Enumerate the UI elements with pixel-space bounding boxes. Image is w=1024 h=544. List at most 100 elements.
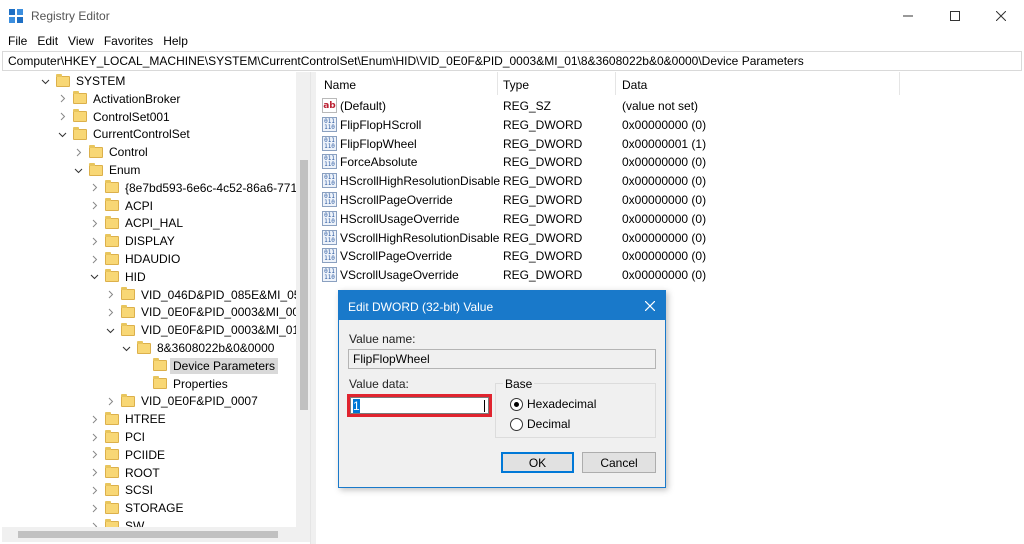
column-header-type[interactable]: Type bbox=[503, 78, 529, 92]
folder-icon bbox=[105, 500, 119, 514]
tree-item[interactable]: VID_0E0F&PID_0003&MI_00 bbox=[105, 303, 299, 321]
chevron-right-icon[interactable] bbox=[73, 147, 83, 157]
list-item[interactable]: 011 110 HScrollHighResolutionDisable REG_D… bbox=[316, 172, 1024, 191]
ok-button[interactable]: OK bbox=[501, 452, 574, 473]
list-item[interactable]: 011 110 VScrollHighResolutionDisable REG_D… bbox=[316, 229, 1024, 248]
chevron-down-icon[interactable] bbox=[73, 165, 83, 175]
tree-item[interactable]: Enum bbox=[73, 161, 140, 179]
value-data-input[interactable]: 1 bbox=[350, 397, 489, 414]
chevron-right-icon[interactable] bbox=[89, 183, 99, 193]
folder-icon bbox=[153, 358, 167, 372]
tree-item[interactable]: ControlSet001 bbox=[57, 108, 170, 126]
registry-tree[interactable]: SW STORAGE SCSI ROOT PCIIDE PCI HTREE VID_0E0F&… bbox=[2, 72, 311, 544]
chevron-right-icon[interactable] bbox=[105, 290, 115, 300]
tree-item[interactable]: HDAUDIO bbox=[89, 250, 180, 268]
value-name-cell: HScrollHighResolutionDisable bbox=[340, 174, 501, 189]
registry-editor-app-icon bbox=[9, 9, 23, 23]
chevron-right-icon[interactable] bbox=[89, 254, 99, 264]
tree-item[interactable]: VID_046D&PID_085E&MI_05 bbox=[105, 286, 300, 304]
list-item[interactable]: 011 110 VScrollPageOverride REG_DWORD 0x000… bbox=[316, 247, 1024, 266]
chevron-right-icon[interactable] bbox=[89, 450, 99, 460]
chevron-right-icon[interactable] bbox=[89, 503, 99, 513]
list-item[interactable]: 011 110 HScrollPageOverride REG_DWORD 0x000… bbox=[316, 191, 1024, 210]
list-item[interactable]: 011 110 HScrollUsageOverride REG_DWORD 0x00… bbox=[316, 210, 1024, 229]
column-header-data[interactable]: Data bbox=[622, 78, 647, 92]
list-item[interactable]: 011 110 ForceAbsolute REG_DWORD 0x00000000 … bbox=[316, 153, 1024, 172]
radio-hexadecimal[interactable]: Hexadecimal bbox=[510, 397, 596, 411]
tree-item[interactable]: PCI bbox=[89, 428, 145, 446]
minimize-button[interactable] bbox=[885, 0, 931, 31]
tree-item[interactable]: SCSI bbox=[89, 481, 153, 499]
cancel-button[interactable]: Cancel bbox=[582, 452, 656, 473]
tree-item[interactable]: Properties bbox=[137, 375, 228, 393]
close-button[interactable] bbox=[978, 0, 1024, 31]
chevron-right-icon[interactable] bbox=[89, 201, 99, 211]
chevron-right-icon[interactable] bbox=[89, 432, 99, 442]
chevron-down-icon[interactable] bbox=[40, 76, 50, 86]
tree-horizontal-scroll-thumb[interactable] bbox=[18, 531, 278, 538]
chevron-right-icon[interactable] bbox=[89, 236, 99, 246]
tree-item[interactable]: ACPI_HAL bbox=[89, 214, 183, 232]
dword-value-icon: 011 110 bbox=[322, 229, 337, 245]
chevron-down-icon[interactable] bbox=[89, 272, 99, 282]
tree-item[interactable]: {8e7bd593-6e6c-4c52-86a6-77175 bbox=[89, 179, 310, 197]
radio-button[interactable] bbox=[510, 417, 523, 431]
tree-item[interactable]: ACPI bbox=[89, 197, 153, 215]
tree-item[interactable]: ROOT bbox=[89, 464, 160, 482]
chevron-right-icon[interactable] bbox=[105, 396, 115, 406]
tree-item[interactable]: PCIIDE bbox=[89, 446, 165, 464]
list-item[interactable]: 011 110 FlipFlopWheel REG_DWORD 0x00000001 … bbox=[316, 135, 1024, 154]
column-divider[interactable] bbox=[899, 72, 900, 95]
chevron-right-icon[interactable] bbox=[89, 218, 99, 228]
column-header-name[interactable]: Name bbox=[324, 78, 356, 92]
chevron-right-icon[interactable] bbox=[89, 414, 99, 424]
tree-item[interactable]: Control bbox=[73, 143, 148, 161]
dialog-close-button[interactable] bbox=[640, 296, 660, 316]
tree-item[interactable]: CurrentControlSet bbox=[57, 125, 190, 143]
tree-item[interactable]: HTREE bbox=[89, 410, 166, 428]
address-bar[interactable]: Computer\HKEY_LOCAL_MACHINE\SYSTEM\Curre… bbox=[2, 51, 1022, 71]
chevron-right-icon[interactable] bbox=[57, 94, 67, 104]
value-type-cell: REG_SZ bbox=[503, 99, 552, 113]
chevron-right-icon[interactable] bbox=[89, 485, 99, 495]
tree-item[interactable]: 8&3608022b&0&0000 bbox=[121, 339, 274, 357]
tree-item[interactable]: STORAGE bbox=[89, 499, 183, 517]
chevron-right-icon[interactable] bbox=[89, 468, 99, 478]
tree-item[interactable]: HID bbox=[89, 268, 146, 286]
menu-help[interactable]: Help bbox=[158, 34, 193, 48]
string-value-icon: ab bbox=[322, 98, 337, 113]
tree-item-label: ACPI bbox=[125, 198, 154, 213]
maximize-button[interactable] bbox=[932, 0, 978, 31]
list-item[interactable]: ab (Default) REG_SZ (value not set) bbox=[316, 97, 1024, 116]
chevron-down-icon[interactable] bbox=[121, 343, 131, 353]
chevron-right-icon[interactable] bbox=[105, 307, 115, 317]
radio-button-selected[interactable] bbox=[510, 397, 523, 411]
chevron-down-icon[interactable] bbox=[57, 129, 67, 139]
tree-item[interactable]: SYSTEM bbox=[40, 72, 125, 90]
tree-item[interactable]: DISPLAY bbox=[89, 232, 175, 250]
value-name-cell: ForceAbsolute bbox=[340, 155, 418, 170]
tree-connector bbox=[137, 379, 147, 389]
column-divider[interactable] bbox=[497, 72, 498, 95]
column-divider[interactable] bbox=[615, 72, 616, 95]
menu-file[interactable]: File bbox=[3, 34, 32, 48]
tree-item-label: Device Parameters bbox=[170, 357, 279, 374]
value-name-label: Value name: bbox=[349, 332, 416, 346]
radio-decimal[interactable]: Decimal bbox=[510, 417, 570, 431]
dialog-title-bar: Edit DWORD (32-bit) Value bbox=[339, 291, 665, 320]
tree-item-label: CurrentControlSet bbox=[93, 127, 190, 142]
tree-vertical-scroll-thumb[interactable] bbox=[300, 160, 308, 410]
menu-view[interactable]: View bbox=[63, 34, 99, 48]
tree-item[interactable]: VID_0E0F&PID_0007 bbox=[105, 392, 258, 410]
list-item[interactable]: 011 110 VScrollUsageOverride REG_DWORD 0x00… bbox=[316, 266, 1024, 285]
tree-item[interactable]: VID_0E0F&PID_0003&MI_01 bbox=[105, 321, 299, 339]
chevron-right-icon[interactable] bbox=[57, 112, 67, 122]
folder-icon bbox=[89, 162, 103, 176]
tree-item-label: PCIIDE bbox=[125, 447, 166, 462]
tree-item[interactable]: Device Parameters bbox=[137, 357, 279, 375]
menu-edit[interactable]: Edit bbox=[32, 34, 63, 48]
tree-item[interactable]: ActivationBroker bbox=[57, 90, 180, 108]
chevron-down-icon[interactable] bbox=[105, 325, 115, 335]
list-item[interactable]: 011 110 FlipFlopHScroll REG_DWORD 0x0000000… bbox=[316, 116, 1024, 135]
menu-favorites[interactable]: Favorites bbox=[99, 34, 158, 48]
